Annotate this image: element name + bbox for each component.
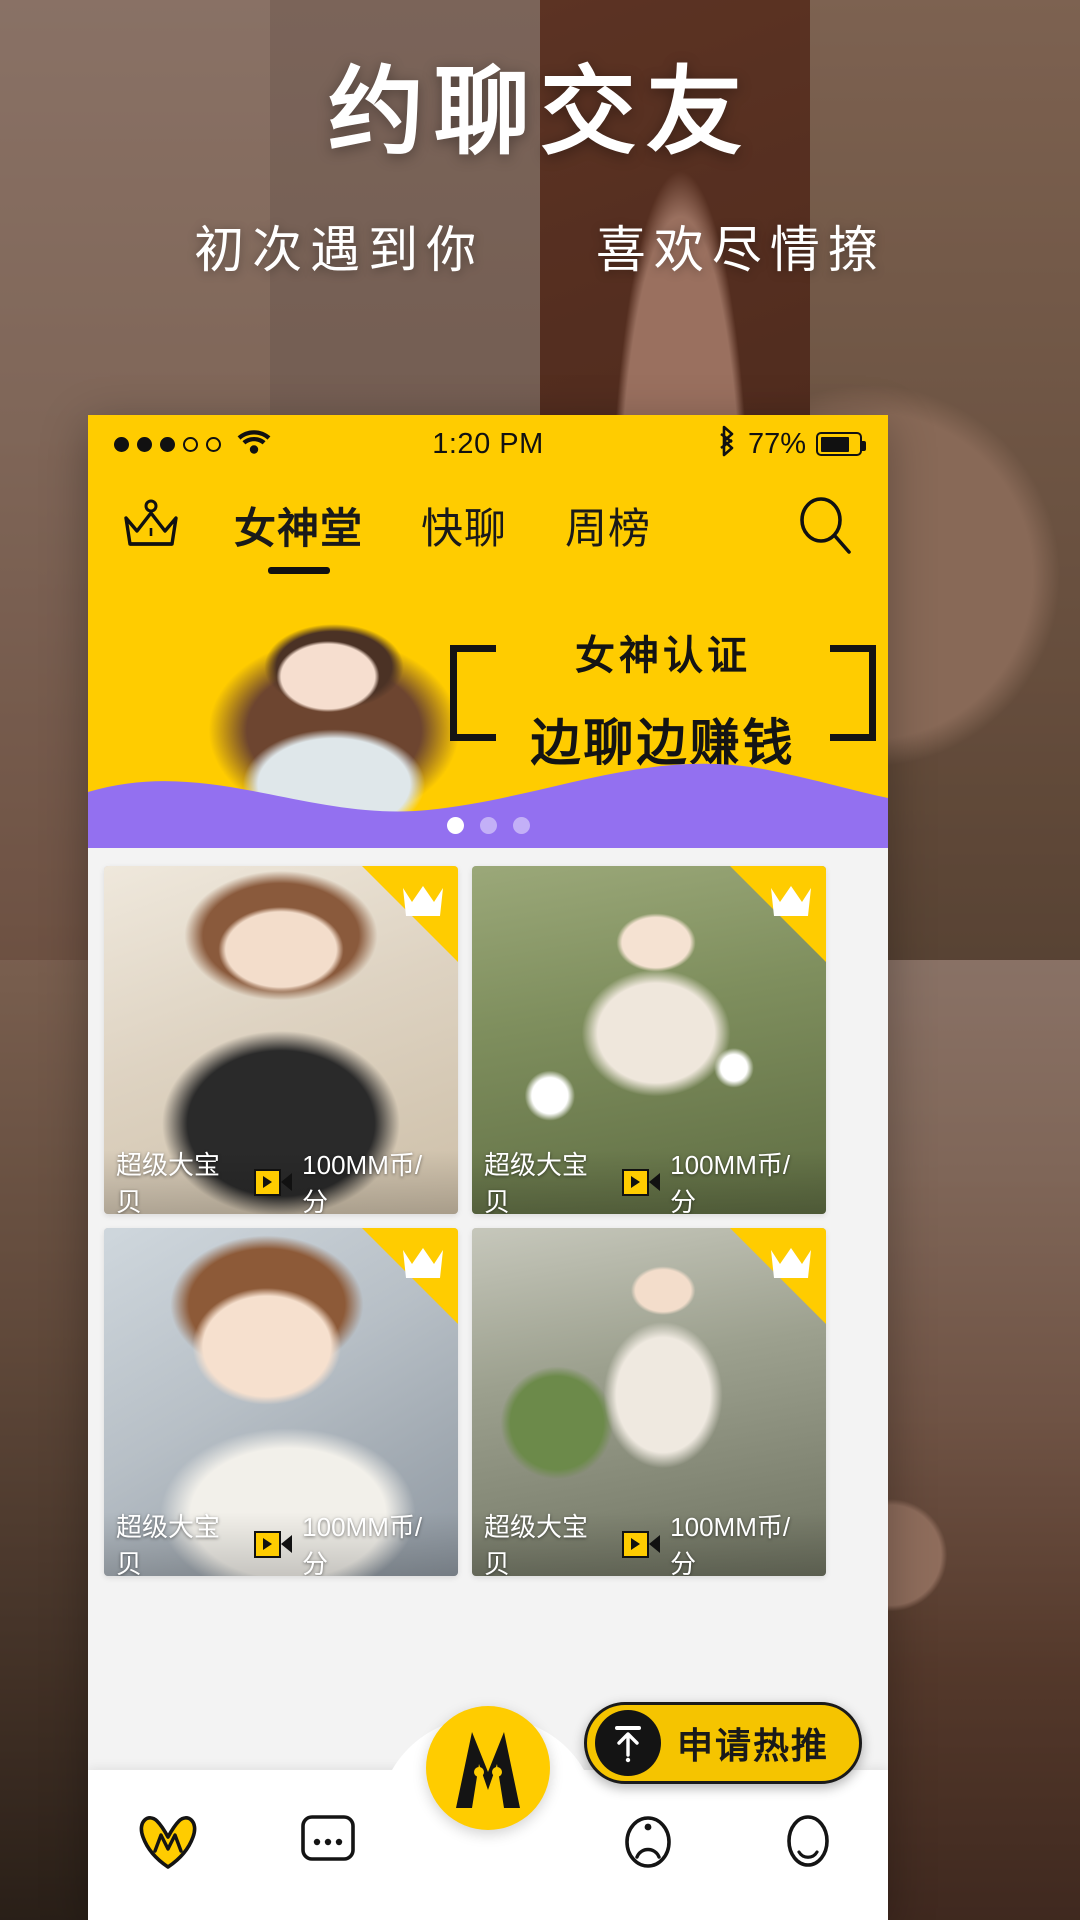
banner-dot-1[interactable] — [446, 817, 464, 834]
anchor-card-footer: 超级大宝贝 100MM币/分 — [104, 1150, 458, 1214]
tab-kuailiao[interactable]: 快聊 — [421, 495, 507, 562]
status-bar: 1:20 PM 77% — [88, 415, 888, 473]
crown-icon — [400, 882, 446, 925]
arrow-up-to-line-icon — [594, 1710, 661, 1776]
app-navbar: 女神堂 快聊 周榜 — [88, 473, 888, 583]
crown-icon — [768, 1244, 814, 1287]
signal-dot-3 — [160, 436, 175, 452]
tabbar-item-messages[interactable] — [248, 1811, 408, 1880]
wifi-icon — [237, 428, 271, 461]
tabbar-item-home[interactable] — [88, 1811, 248, 1880]
anchor-card-footer: 超级大宝贝 100MM币/分 — [472, 1512, 826, 1576]
mm-heart-icon — [135, 1811, 201, 1874]
tabbar-item-profile[interactable] — [728, 1811, 888, 1880]
bluetooth-icon — [718, 425, 738, 464]
anchor-card-footer: 超级大宝贝 100MM币/分 — [472, 1150, 826, 1214]
crown-icon[interactable] — [120, 498, 182, 559]
apply-hot-push-button[interactable]: 申请热推 — [583, 1702, 862, 1784]
hero-section: 约聊交友 初次遇到你 喜欢尽情撩 — [0, 60, 1080, 282]
crown-icon — [768, 882, 814, 925]
status-bar-right: 77% — [718, 425, 866, 464]
anchor-card[interactable]: 超级大宝贝 100MM币/分 — [104, 1228, 458, 1576]
anchor-card[interactable]: 超级大宝贝 100MM币/分 — [104, 866, 458, 1214]
hero-subtitle: 初次遇到你 喜欢尽情撩 — [0, 210, 1080, 282]
anchor-name: 超级大宝贝 — [116, 1512, 221, 1576]
signal-dot-2 — [137, 436, 152, 452]
profile-icon — [780, 1811, 836, 1874]
promo-banner[interactable]: 女神认证 边聊边赚钱 — [88, 583, 888, 848]
battery-percent-label: 77% — [747, 427, 806, 460]
tabbar-item-discover[interactable] — [568, 1811, 728, 1880]
anchor-price: 100MM币/分 — [302, 1150, 423, 1214]
tab-zhoubang[interactable]: 周榜 — [565, 495, 651, 562]
banner-bracket-left — [450, 645, 496, 741]
banner-dot-2[interactable] — [479, 817, 497, 834]
banner-bracket-right — [830, 645, 876, 741]
video-camera-icon — [254, 1168, 293, 1196]
anchor-price: 100MM币/分 — [302, 1512, 423, 1576]
status-bar-left — [114, 428, 271, 461]
phone-mockup: 1:20 PM 77% 女神堂 快聊 周榜 女神认证 边聊边赚钱 超级大宝贝 1… — [88, 415, 888, 1920]
bottom-tabbar — [88, 1706, 888, 1920]
anchor-name: 超级大宝贝 — [116, 1150, 221, 1214]
banner-dot-3[interactable] — [512, 817, 530, 834]
navbar-tabs: 女神堂 快聊 周榜 — [234, 495, 651, 562]
tabbar-items — [88, 1706, 888, 1920]
search-icon[interactable] — [794, 495, 856, 562]
mm-logo-icon[interactable] — [426, 1706, 550, 1830]
hero-subtitle-right: 喜欢尽情撩 — [595, 221, 886, 278]
anchor-card[interactable]: 超级大宝贝 100MM币/分 — [472, 866, 826, 1214]
banner-pagination-dots[interactable] — [88, 817, 888, 834]
banner-line-1: 女神认证 — [575, 634, 751, 678]
battery-icon — [816, 432, 866, 456]
anchor-grid: 超级大宝贝 100MM币/分 超级大宝贝 100MM币/分 超级大宝贝 100M… — [88, 848, 888, 1576]
hero-subtitle-left: 初次遇到你 — [194, 221, 485, 278]
anchor-card[interactable]: 超级大宝贝 100MM币/分 — [472, 1228, 826, 1576]
signal-dot-1 — [114, 436, 129, 452]
crown-icon — [400, 1244, 446, 1287]
signal-dot-4 — [183, 436, 198, 452]
anchor-price: 100MM币/分 — [670, 1512, 791, 1576]
signal-dot-5 — [206, 436, 221, 452]
anchor-name: 超级大宝贝 — [484, 1150, 589, 1214]
video-camera-icon — [622, 1168, 661, 1196]
apply-hot-push-label: 申请热推 — [676, 1725, 829, 1766]
tab-nvshentang[interactable]: 女神堂 — [234, 495, 363, 562]
anchor-card-footer: 超级大宝贝 100MM币/分 — [104, 1512, 458, 1576]
page-title: 约聊交友 — [328, 59, 752, 166]
chat-bubble-icon — [297, 1811, 359, 1874]
video-camera-icon — [254, 1530, 293, 1558]
anchor-price: 100MM币/分 — [670, 1150, 791, 1214]
anchor-name: 超级大宝贝 — [484, 1512, 589, 1576]
video-camera-icon — [622, 1530, 661, 1558]
compass-icon — [620, 1811, 676, 1874]
